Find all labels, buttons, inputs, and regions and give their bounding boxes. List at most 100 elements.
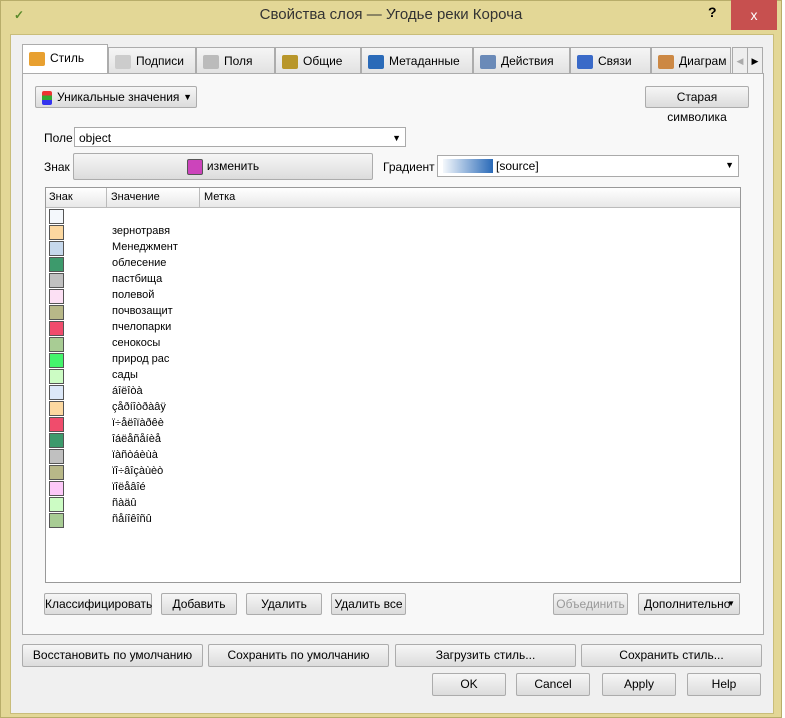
symbol-change-label: изменить	[206, 159, 260, 173]
symbol-swatch[interactable]	[49, 305, 64, 320]
table-row[interactable]: çåðíîòðàâÿ	[48, 400, 738, 416]
tab-1[interactable]: Подписи	[108, 47, 196, 73]
window-title: Свойства слоя — Угодье реки Короча	[259, 6, 523, 23]
symbol-swatch[interactable]	[49, 433, 64, 448]
tab-7[interactable]: Диаграм	[651, 47, 731, 73]
renderer-select[interactable]: Уникальные значения ▼	[35, 86, 197, 108]
save-style-button[interactable]: Сохранить стиль...	[581, 644, 762, 667]
tab-label: Общие	[303, 54, 343, 68]
cancel-button[interactable]: Cancel	[516, 673, 590, 696]
field-select[interactable]: object ▼	[74, 127, 406, 147]
close-button[interactable]: x	[731, 0, 777, 30]
table-row[interactable]: сенокосы	[48, 336, 738, 352]
table-row[interactable]: природ рас	[48, 352, 738, 368]
symbol-swatch[interactable]	[49, 465, 64, 480]
table-row[interactable]: Менеджмент	[48, 240, 738, 256]
table-row[interactable]: сады	[48, 368, 738, 384]
table-row[interactable]	[48, 208, 738, 224]
tab-label: Действия	[501, 54, 554, 68]
row-value: зернотравя	[112, 225, 171, 237]
symbol-swatch[interactable]	[49, 241, 64, 256]
table-row[interactable]: пастбища	[48, 272, 738, 288]
chevron-down-icon: ▼	[183, 92, 192, 102]
delete-all-button[interactable]: Удалить все	[331, 593, 406, 615]
row-value: сады	[112, 369, 138, 381]
delete-button[interactable]: Удалить	[246, 593, 322, 615]
merge-button[interactable]: Объединить	[553, 593, 628, 615]
tab-0[interactable]: Стиль	[22, 44, 108, 74]
tab-2[interactable]: Поля	[196, 47, 275, 73]
gradient-select[interactable]: [source] ▼	[437, 155, 739, 177]
table-row[interactable]: полевой	[48, 288, 738, 304]
symbol-swatch[interactable]	[49, 417, 64, 432]
table-row[interactable]: ïàñòáèùà	[48, 448, 738, 464]
table-row[interactable]: áîëîòà	[48, 384, 738, 400]
symbol-swatch[interactable]	[49, 273, 64, 288]
table-row[interactable]: ñåíîêîñû	[48, 512, 738, 528]
advanced-button[interactable]: Дополнительно ▼	[638, 593, 740, 615]
table-row[interactable]: îáëåñåíèå	[48, 432, 738, 448]
tab-scroll-left-button[interactable]: ◀	[732, 47, 748, 75]
tab-3[interactable]: Общие	[275, 47, 361, 73]
column-symbol[interactable]: Знак	[49, 191, 73, 203]
row-value: Менеджмент	[112, 241, 178, 253]
symbol-swatch[interactable]	[49, 481, 64, 496]
save-default-button[interactable]: Сохранить по умолчанию	[208, 644, 389, 667]
help-title-button[interactable]: ?	[708, 4, 717, 20]
table-row[interactable]: почвозащит	[48, 304, 738, 320]
tab-scroll-right-button[interactable]: ▶	[747, 47, 763, 75]
old-symbology-button[interactable]: Старая символика	[645, 86, 749, 124]
row-value: пастбища	[112, 273, 163, 285]
symbol-change-button[interactable]: изменить	[73, 153, 373, 180]
row-value: ï÷åëîïàðêè	[112, 417, 164, 429]
ok-button[interactable]: OK	[432, 673, 506, 696]
table-row[interactable]: облесение	[48, 256, 738, 272]
chevron-down-icon: ▼	[392, 133, 401, 143]
row-value: почвозащит	[112, 305, 173, 317]
symbol-swatch[interactable]	[49, 209, 64, 224]
symbol-swatch[interactable]	[49, 497, 64, 512]
row-value: полевой	[112, 289, 155, 301]
symbol-swatch[interactable]	[49, 289, 64, 304]
table-row[interactable]: зернотравя	[48, 224, 738, 240]
table-icon	[203, 54, 219, 69]
column-label[interactable]: Метка	[204, 191, 235, 203]
table-row[interactable]: ñàäû	[48, 496, 738, 512]
symbol-swatch[interactable]	[49, 513, 64, 528]
gears-icon	[480, 54, 496, 69]
tab-label: Поля	[224, 54, 253, 68]
chevron-down-icon: ▼	[725, 160, 734, 170]
apply-button[interactable]: Apply	[602, 673, 676, 696]
symbol-swatch[interactable]	[49, 401, 64, 416]
gradient-label: Градиент	[383, 160, 435, 174]
table-row[interactable]: ï÷åëîïàðêè	[48, 416, 738, 432]
symbol-swatch[interactable]	[49, 337, 64, 352]
table-row[interactable]: ïîëåâîé	[48, 480, 738, 496]
join-icon	[577, 54, 593, 69]
field-label: Поле	[44, 131, 73, 145]
column-value[interactable]: Значение	[111, 191, 160, 203]
symbol-swatch[interactable]	[49, 257, 64, 272]
symbol-swatch[interactable]	[49, 225, 64, 240]
tab-4[interactable]: Метаданные	[361, 47, 473, 73]
load-style-button[interactable]: Загрузить стиль...	[395, 644, 576, 667]
help-button[interactable]: Help	[687, 673, 761, 696]
tab-label: Диаграм	[679, 54, 727, 68]
tab-label: Стиль	[50, 51, 85, 65]
gradient-preview	[443, 159, 493, 173]
table-row[interactable]: ïî÷âîçàùèò	[48, 464, 738, 480]
symbol-swatch[interactable]	[49, 385, 64, 400]
tab-6[interactable]: Связи	[570, 47, 651, 73]
tools-icon	[282, 54, 298, 69]
symbol-swatch[interactable]	[49, 449, 64, 464]
symbol-swatch[interactable]	[49, 321, 64, 336]
symbol-swatch[interactable]	[49, 353, 64, 368]
symbol-swatch[interactable]	[49, 369, 64, 384]
table-row[interactable]: пчелопарки	[48, 320, 738, 336]
tab-5[interactable]: Действия	[473, 47, 570, 73]
row-value: ïàñòáèùà	[112, 449, 158, 461]
restore-default-button[interactable]: Восстановить по умолчанию	[22, 644, 203, 667]
add-button[interactable]: Добавить	[161, 593, 237, 615]
row-value: çåðíîòðàâÿ	[112, 401, 166, 413]
classify-button[interactable]: Классифицировать	[44, 593, 152, 615]
